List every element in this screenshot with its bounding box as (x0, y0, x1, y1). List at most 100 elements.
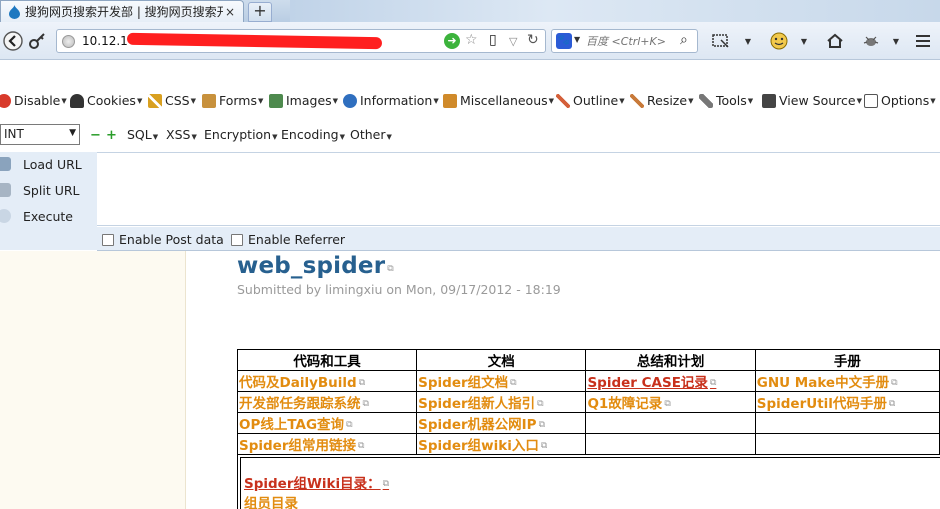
external-link-icon: ⧉ (362, 399, 369, 409)
mobile-icon[interactable]: ▯ (489, 32, 497, 48)
sql-menu[interactable]: SQL▼ (127, 127, 158, 142)
view-source-menu[interactable]: View Source ▼ (762, 93, 862, 108)
table-link[interactable]: 代码及DailyBuild ⧉ (236, 370, 418, 392)
chevron-down-icon: ▼ (69, 128, 76, 138)
external-link-icon: ⧉ (510, 378, 517, 388)
tab-close-icon[interactable]: × (223, 5, 237, 19)
tools-menu[interactable]: Tools ▼ (699, 93, 753, 108)
resize-menu[interactable]: Resize ▼ (630, 93, 693, 108)
submitted-line: Submitted by limingxiu on Mon, 09/17/201… (237, 282, 561, 297)
load-url-icon (0, 157, 11, 171)
back-button[interactable] (2, 29, 24, 53)
type-select[interactable]: INT ▼ (0, 124, 80, 145)
url-bar[interactable]: 10.12.1 ➜ ☆ ▯ ▽ ↻ (56, 29, 546, 53)
table-cell-empty (585, 433, 756, 455)
screenshot-tool-button[interactable] (710, 29, 732, 53)
miscellaneous-icon (443, 93, 457, 108)
execute-button[interactable]: Execute (0, 204, 97, 228)
screenshot-icon (712, 34, 729, 48)
xss-menu[interactable]: XSS▼ (166, 127, 197, 142)
identity-key-button[interactable] (27, 29, 49, 53)
history-dropdown-icon[interactable]: ▽ (509, 35, 517, 48)
load-url-button[interactable]: Load URL (0, 152, 97, 176)
resize-icon (630, 93, 644, 108)
hackbar-actions: Load URL Split URL Execute (0, 152, 97, 250)
encoding-menu[interactable]: Encoding▼ (281, 127, 345, 142)
search-input[interactable] (586, 32, 674, 50)
disable-menu[interactable]: Disable ▼ (0, 93, 67, 108)
back-arrow-icon (3, 31, 23, 51)
new-tab-button[interactable]: + (248, 2, 272, 22)
tab-strip-background (290, 0, 940, 22)
images-menu[interactable]: Images ▼ (269, 93, 338, 108)
addon-smiley-icon (770, 32, 788, 50)
screenshot-dropdown-icon[interactable]: ▼ (742, 29, 754, 53)
column-header: 手册 (754, 349, 940, 371)
table-link[interactable]: Spider组新人指引 ⧉ (416, 391, 587, 413)
table-link[interactable]: Spider组文档 ⧉ (416, 370, 587, 392)
other-menu[interactable]: Other▼ (350, 127, 392, 142)
enable-post-data-checkbox[interactable]: Enable Post data (102, 232, 224, 247)
search-bar[interactable]: 🐾 ▼ ⌕ (551, 29, 698, 53)
home-button[interactable] (824, 29, 846, 53)
options-icon (864, 93, 878, 108)
page-sidebar (0, 251, 186, 509)
forms-menu[interactable]: Forms ▼ (202, 93, 263, 108)
external-link-icon: ⧉ (358, 378, 366, 388)
css-menu[interactable]: CSS ▼ (148, 93, 196, 108)
column-header: 总结和计划 (585, 349, 756, 371)
wiki-directory-link[interactable]: Spider组Wiki目录： ⧉ (244, 472, 389, 492)
table-link[interactable]: Spider机器公网IP ⧉ (416, 412, 587, 434)
addon-button[interactable] (768, 29, 790, 53)
url-textarea[interactable] (97, 152, 940, 226)
table-link[interactable]: Spider CASE记录 ⧉ (585, 370, 756, 392)
table-link[interactable]: OP线上TAG查询 ⧉ (236, 412, 418, 434)
table-link[interactable]: Q1故障记录 ⧉ (585, 391, 756, 413)
external-link-icon: ⧉ (387, 264, 394, 274)
home-icon (827, 33, 843, 48)
table-header-row: 代码和工具 文档 总结和计划 手册 (236, 349, 940, 371)
external-link-icon: ⧉ (540, 441, 548, 451)
navigation-toolbar: 10.12.1 ➜ ☆ ▯ ▽ ↻ 🐾 ▼ ⌕ ▼ ▼ ▼ (0, 22, 940, 60)
increase-icon[interactable]: + (106, 128, 117, 143)
column-header: 文档 (416, 349, 587, 371)
table-link[interactable]: SpiderUtil代码手册 ⧉ (754, 391, 940, 413)
split-url-button[interactable]: Split URL (0, 178, 97, 202)
bookmark-star-icon[interactable]: ☆ (465, 32, 478, 48)
outline-menu[interactable]: Outline ▼ (556, 93, 625, 108)
miscellaneous-menu[interactable]: Miscellaneous ▼ (443, 93, 554, 108)
decrease-icon[interactable]: − (90, 128, 101, 143)
table-link[interactable]: GNU Make中文手册 ⧉ (754, 370, 940, 392)
firebug-button[interactable] (860, 29, 882, 53)
page-title[interactable]: web_spider ⧉ (237, 253, 394, 279)
redaction-scribble (126, 32, 383, 50)
external-link-icon: ⧉ (664, 399, 671, 409)
menu-button[interactable] (912, 29, 934, 53)
search-icon[interactable]: ⌕ (680, 32, 688, 48)
external-link-icon: ⧉ (358, 441, 365, 451)
information-menu[interactable]: Information ▼ (343, 93, 439, 108)
table-link[interactable]: Spider组常用链接 ⧉ (236, 433, 418, 455)
split-url-icon (0, 183, 11, 197)
cookies-menu[interactable]: Cookies ▼ (70, 93, 142, 108)
table-link[interactable]: 开发部任务跟踪系统 ⧉ (236, 391, 418, 413)
column-header: 代码和工具 (236, 349, 418, 371)
addon-dropdown-icon[interactable]: ▼ (798, 29, 810, 53)
table-link[interactable]: Spider组wiki入口 ⧉ (416, 433, 587, 455)
hackbar-options: Enable Post data Enable Referrer (97, 227, 940, 251)
css-icon (148, 93, 162, 108)
search-engine-dropdown-icon[interactable]: ▼ (574, 35, 580, 44)
reload-icon[interactable]: ↻ (527, 32, 539, 48)
enable-referrer-checkbox[interactable]: Enable Referrer (231, 232, 345, 247)
search-engine-icon[interactable]: 🐾 (556, 33, 572, 49)
hackbar-toolbar: INT ▼ − + SQL▼ XSS▼ Encryption▼ Encoding… (0, 124, 940, 146)
external-link-icon: ⧉ (709, 378, 717, 388)
firebug-dropdown-icon[interactable]: ▼ (890, 29, 902, 53)
tab-active[interactable]: 搜狗网页搜索开发部 | 搜狗网页搜索开... × (0, 0, 244, 22)
options-menu[interactable]: Options ▼ (864, 93, 936, 108)
member-directory-link[interactable]: 组员目录 (244, 492, 298, 509)
go-arrow-icon[interactable]: ➜ (444, 33, 460, 49)
external-link-icon: ⧉ (538, 420, 545, 430)
external-link-icon: ⧉ (346, 420, 353, 430)
encryption-menu[interactable]: Encryption▼ (204, 127, 278, 142)
